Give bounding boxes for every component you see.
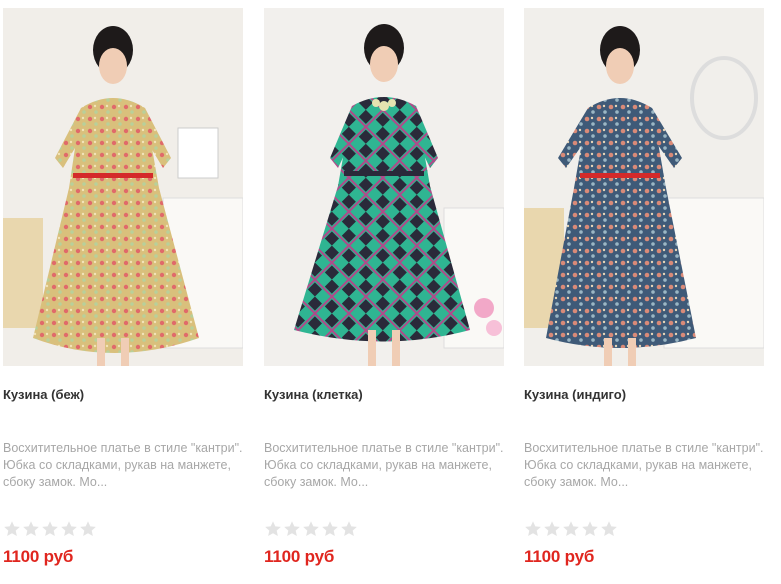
product-card[interactable]: Кузина (беж) Восхитительное платье в сти… xyxy=(3,0,243,584)
product-image[interactable] xyxy=(264,8,504,366)
product-price: 1100 руб xyxy=(524,547,595,566)
star-icon[interactable] xyxy=(321,520,339,538)
product-title[interactable]: Кузина (беж) xyxy=(3,387,243,403)
product-card[interactable]: Кузина (клетка) Восхитительное платье в … xyxy=(264,0,504,584)
product-image[interactable] xyxy=(524,8,764,366)
star-icon[interactable] xyxy=(22,520,40,538)
product-title[interactable]: Кузина (клетка) xyxy=(264,387,504,403)
rating-stars[interactable] xyxy=(524,520,618,540)
star-icon[interactable] xyxy=(524,520,542,538)
star-icon[interactable] xyxy=(79,520,97,538)
star-icon[interactable] xyxy=(543,520,561,538)
star-icon[interactable] xyxy=(283,520,301,538)
rating-stars[interactable] xyxy=(264,520,358,540)
star-icon[interactable] xyxy=(41,520,59,538)
rating-stars[interactable] xyxy=(3,520,97,540)
product-description: Восхитительное платье в стиле "кантри". … xyxy=(264,441,504,489)
star-icon[interactable] xyxy=(264,520,282,538)
star-icon[interactable] xyxy=(3,520,21,538)
star-icon[interactable] xyxy=(581,520,599,538)
star-icon[interactable] xyxy=(600,520,618,538)
star-icon[interactable] xyxy=(340,520,358,538)
product-description: Восхитительное платье в стиле "кантри". … xyxy=(3,441,243,489)
product-price: 1100 руб xyxy=(3,547,74,566)
product-price: 1100 руб xyxy=(264,547,335,566)
product-title[interactable]: Кузина (индиго) xyxy=(524,387,764,403)
product-card[interactable]: Кузина (индиго) Восхитительное платье в … xyxy=(524,0,764,584)
product-description: Восхитительное платье в стиле "кантри". … xyxy=(524,441,764,489)
star-icon[interactable] xyxy=(302,520,320,538)
product-image[interactable] xyxy=(3,8,243,366)
star-icon[interactable] xyxy=(562,520,580,538)
star-icon[interactable] xyxy=(60,520,78,538)
